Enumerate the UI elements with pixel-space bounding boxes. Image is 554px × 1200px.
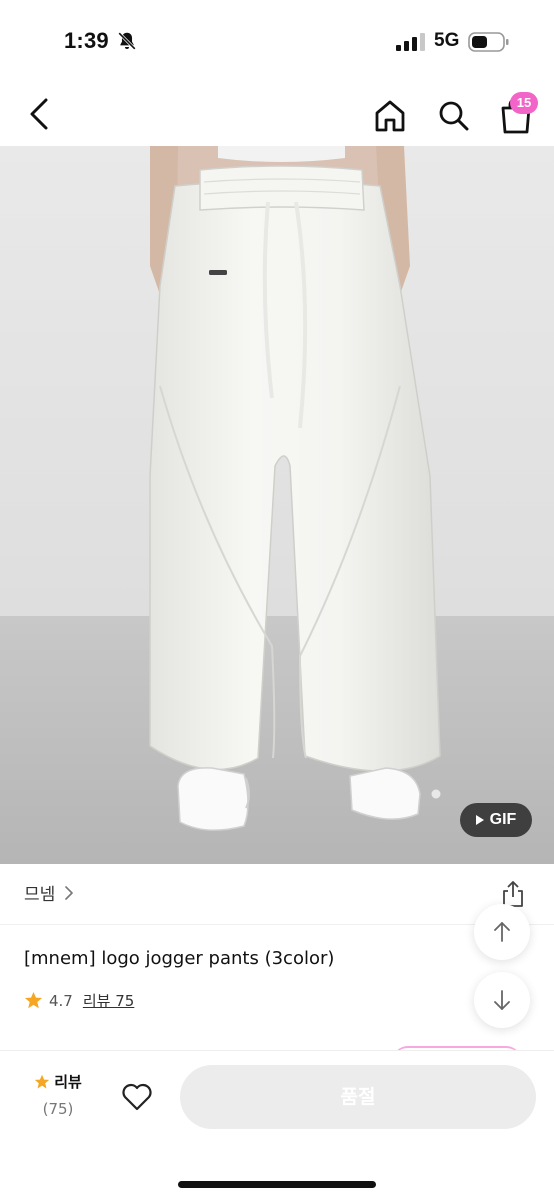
soldout-button[interactable]: 품절 <box>180 1065 536 1129</box>
home-icon[interactable] <box>370 96 410 136</box>
rating-row: 4.7 리뷰 75 <box>24 990 134 1011</box>
top-nav <box>0 80 554 146</box>
brand-link[interactable]: 므넴 <box>24 880 75 905</box>
network-type: 5G <box>434 30 460 51</box>
search-icon[interactable] <box>434 96 474 136</box>
scroll-down-button[interactable] <box>474 972 530 1028</box>
brand-name: 므넴 <box>24 885 56 905</box>
review-label: 리뷰 <box>54 1073 82 1091</box>
chevron-left-icon[interactable] <box>22 94 58 134</box>
heart-icon[interactable] <box>120 1081 154 1113</box>
bell-slash-icon <box>118 32 136 50</box>
home-indicator <box>178 1181 376 1188</box>
rating-value: 4.7 <box>49 991 73 1010</box>
play-icon <box>475 815 484 825</box>
product-photo <box>0 146 554 864</box>
divider <box>0 924 554 925</box>
star-icon <box>24 991 43 1009</box>
gif-badge[interactable]: GIF <box>460 803 532 837</box>
status-time: 1:39 <box>64 28 109 53</box>
product-image[interactable] <box>0 146 554 864</box>
product-title: [mnem] logo jogger pants (3color) <box>24 948 335 969</box>
scroll-up-button[interactable] <box>474 904 530 960</box>
review-link[interactable]: 리뷰 75 <box>83 990 134 1011</box>
signal-icon <box>396 33 425 51</box>
bottom-action-bar: 리뷰 (75) 품절 <box>0 1050 554 1200</box>
gif-label: GIF <box>489 811 517 828</box>
arrow-down-icon <box>494 990 510 1010</box>
star-icon <box>34 1074 50 1089</box>
battery-icon <box>468 32 509 52</box>
arrow-up-icon <box>494 922 510 942</box>
chevron-right-icon <box>65 885 74 900</box>
review-summary[interactable]: 리뷰 (75) <box>28 1071 88 1118</box>
review-count: (75) <box>42 1100 74 1118</box>
cart-count-badge: 15 <box>510 92 538 114</box>
status-bar: 1:39 5G <box>0 0 554 80</box>
